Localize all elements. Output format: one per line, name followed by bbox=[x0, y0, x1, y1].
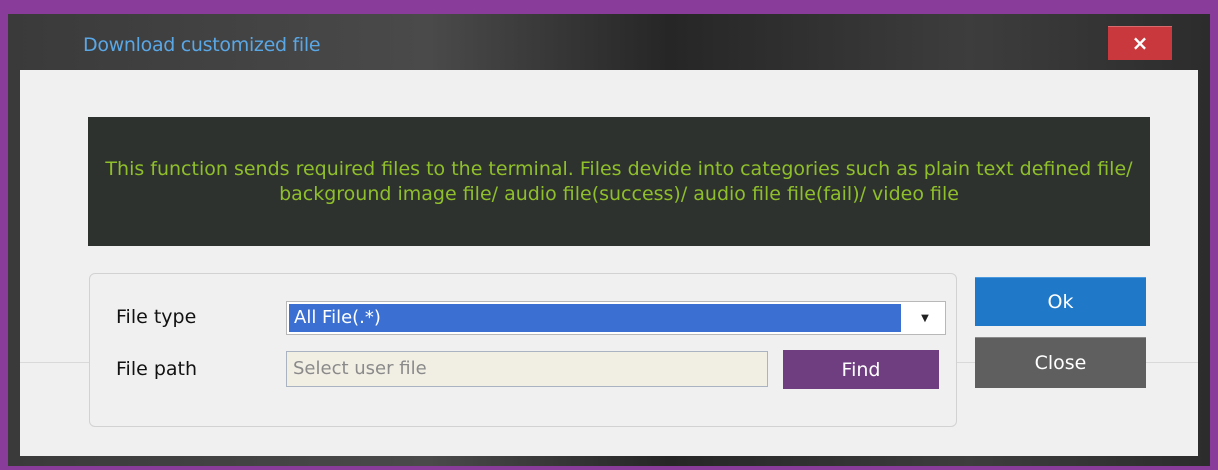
file-type-select[interactable]: All File(.*) ▼ bbox=[286, 301, 946, 335]
file-path-label: File path bbox=[116, 358, 198, 380]
file-type-label: File type bbox=[116, 306, 197, 328]
dialog-client-area: This function sends required files to th… bbox=[20, 70, 1198, 456]
description-text: This function sends required files to th… bbox=[105, 157, 1133, 205]
window-title: Download customized file bbox=[83, 34, 321, 56]
description-panel: This function sends required files to th… bbox=[88, 117, 1150, 246]
window-close-icon[interactable]: × bbox=[1108, 26, 1172, 60]
file-path-input[interactable]: Select user file bbox=[286, 351, 768, 387]
file-type-selected-value[interactable]: All File(.*) bbox=[289, 304, 901, 332]
file-options-group: File type All File(.*) ▼ File path Selec… bbox=[89, 273, 957, 427]
dialog-window: Download customized file × This function… bbox=[8, 14, 1210, 466]
find-button[interactable]: Find bbox=[783, 350, 939, 389]
close-button[interactable]: Close bbox=[975, 337, 1146, 388]
ok-button[interactable]: Ok bbox=[975, 277, 1146, 326]
dropdown-arrow-icon[interactable]: ▼ bbox=[905, 302, 945, 334]
